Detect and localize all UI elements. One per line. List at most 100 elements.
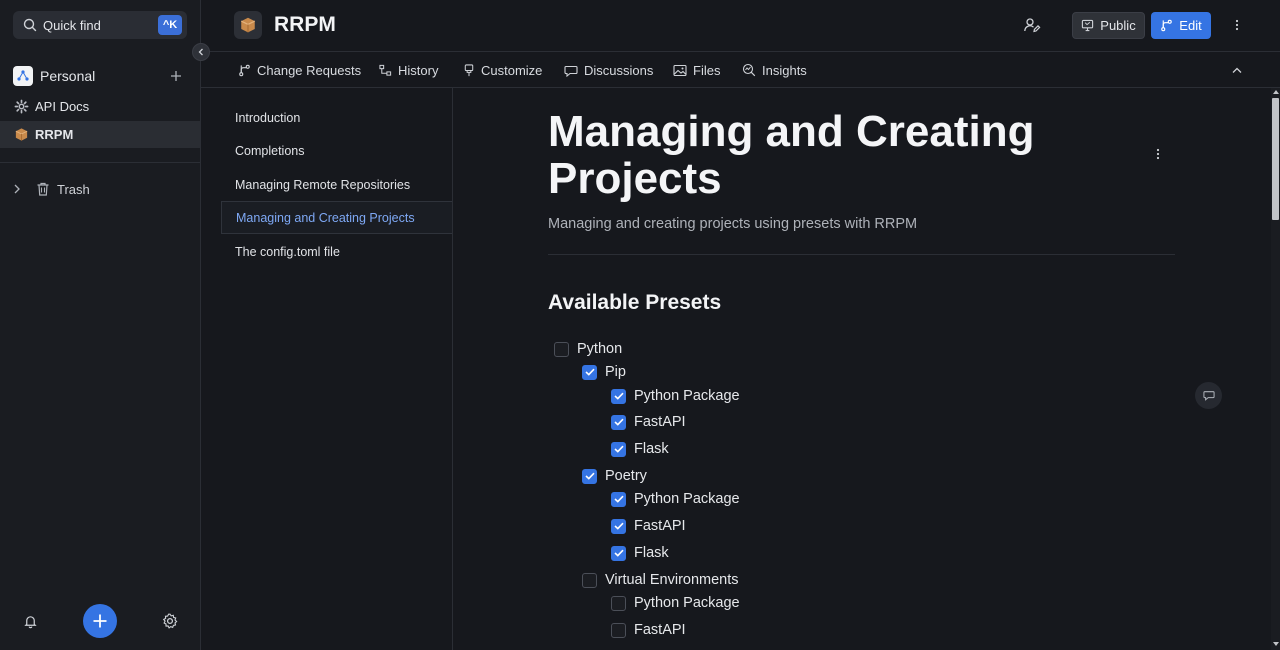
tab-insights[interactable]: Insights <box>742 61 807 79</box>
checklist-item: Python Package <box>611 386 740 406</box>
edit-button[interactable]: Edit <box>1151 12 1211 39</box>
checklist-item-label: Python Package <box>634 491 740 507</box>
scroll-thumb[interactable] <box>1272 98 1279 220</box>
space-header[interactable]: Personal <box>13 66 188 86</box>
section-heading: Available Presets <box>548 291 722 314</box>
search-icon <box>23 18 37 32</box>
checkbox-unchecked[interactable] <box>611 595 626 611</box>
checkmark-icon <box>613 392 624 400</box>
tab-change-requests[interactable]: Change Requests <box>238 61 361 79</box>
branch-icon <box>239 64 250 76</box>
sidebar-divider <box>0 162 200 163</box>
scroll-up-arrow-icon[interactable] <box>1272 88 1279 96</box>
checklist-item-label: Python <box>577 341 623 357</box>
checkbox-checked[interactable] <box>611 518 626 534</box>
package-box-icon <box>234 11 262 39</box>
checklist-item: Python Package <box>611 489 740 509</box>
space-tabs: Change Requests History Customize Discus… <box>201 53 1280 88</box>
package-box-icon <box>13 127 29 143</box>
sidebar: Quick find ^K Personal API Docs RRPM Tra… <box>0 0 201 650</box>
collapse-sidebar-button[interactable] <box>192 43 210 61</box>
checkbox-unchecked[interactable] <box>611 622 626 638</box>
branch-icon <box>1161 19 1173 32</box>
sidebar-item-trash[interactable]: Trash <box>13 179 90 199</box>
sidebar-item-rrpm[interactable]: RRPM <box>0 121 200 148</box>
page-description: Managing and creating projects using pre… <box>548 216 918 232</box>
checkbox-checked[interactable] <box>611 441 626 457</box>
tab-customize[interactable]: Customize <box>463 61 542 79</box>
plus-icon <box>93 614 107 628</box>
top-header: RRPM Public Edit <box>201 0 1280 52</box>
sidebar-item-api-docs[interactable]: API Docs <box>0 93 200 120</box>
page-divider <box>548 254 1175 255</box>
checkmark-icon <box>613 495 624 503</box>
plus-icon <box>171 71 181 81</box>
user-edit-icon <box>1024 18 1041 33</box>
scroll-down-arrow-icon[interactable] <box>1272 640 1279 648</box>
tab-label: Change Requests <box>257 62 362 78</box>
create-new-button[interactable] <box>83 604 117 638</box>
checklist-item: Virtual Environments <box>582 570 739 590</box>
checklist-item-label: Flask <box>634 545 669 561</box>
gear-icon <box>162 613 178 629</box>
add-space-item-button[interactable] <box>168 66 184 86</box>
checklist-item: Flask <box>611 439 669 459</box>
checklist-item: Poetry <box>582 466 647 486</box>
quick-find-button[interactable]: Quick find ^K <box>13 11 187 39</box>
tab-label: Discussions <box>584 62 654 78</box>
tab-label: Insights <box>762 62 807 78</box>
checkbox-checked[interactable] <box>611 545 626 561</box>
public-button[interactable]: Public <box>1072 12 1145 39</box>
tab-discussions[interactable]: Discussions <box>564 61 653 79</box>
brush-icon <box>464 63 474 76</box>
tab-label: Customize <box>481 62 543 78</box>
chevron-left-icon <box>198 48 203 56</box>
collapse-tabs-button[interactable] <box>1229 62 1245 78</box>
checkbox-unchecked[interactable] <box>582 572 597 588</box>
checklist-item-label: FastAPI <box>634 518 686 534</box>
globe-monitor-icon <box>1082 19 1094 32</box>
checkbox-checked[interactable] <box>611 388 626 404</box>
checklist-item: Flask <box>611 543 669 563</box>
checkbox-checked[interactable] <box>611 491 626 507</box>
checkbox-checked[interactable] <box>582 364 597 380</box>
edit-label: Edit <box>1179 18 1202 33</box>
checkmark-icon <box>613 522 624 530</box>
page-options-button[interactable] <box>1149 144 1167 164</box>
quick-find-label: Quick find <box>43 17 101 33</box>
outline-item-managing-remote-repositories[interactable]: Managing Remote Repositories <box>221 168 452 201</box>
tab-files[interactable]: Files <box>673 61 720 79</box>
comment-icon <box>1202 391 1215 401</box>
page-scrollbar[interactable] <box>1271 88 1280 650</box>
checklist-item-label: Poetry <box>605 468 647 484</box>
outline-item-completions[interactable]: Completions <box>221 134 452 167</box>
checkbox-unchecked[interactable] <box>554 341 569 357</box>
history-nodes-icon <box>379 64 392 76</box>
space-logo-icon <box>13 66 33 86</box>
space-title: RRPM <box>274 13 336 36</box>
more-options-button[interactable] <box>1229 14 1245 36</box>
tab-history[interactable]: History <box>379 61 438 79</box>
checklist-item-label: FastAPI <box>634 622 686 638</box>
visitor-mode-button[interactable] <box>1021 14 1043 36</box>
outline-item-introduction[interactable]: Introduction <box>221 101 452 134</box>
notifications-button[interactable] <box>16 607 44 635</box>
space-name: Personal <box>40 68 96 84</box>
more-vertical-icon <box>1235 19 1239 31</box>
outline-item-managing-and-creating-projects[interactable]: Managing and Creating Projects <box>221 201 452 234</box>
trash-label: Trash <box>57 181 90 197</box>
settings-button[interactable] <box>156 607 184 635</box>
checklist-item-label: Pip <box>605 364 626 380</box>
more-vertical-icon <box>1156 148 1160 160</box>
outline-item-config-toml[interactable]: The config.toml file <box>221 235 452 268</box>
checklist-item-label: Python Package <box>634 388 740 404</box>
page-content: Managing and Creating Projects Managing … <box>453 88 1271 650</box>
checklist-item-label: FastAPI <box>634 414 686 430</box>
add-comment-button[interactable] <box>1195 382 1222 409</box>
checkbox-checked[interactable] <box>582 468 597 484</box>
checkbox-checked[interactable] <box>611 414 626 430</box>
image-icon <box>673 64 687 76</box>
checkmark-icon <box>584 368 595 376</box>
page-title: Managing and Creating Projects <box>548 107 1035 203</box>
checklist-item-label: Python Package <box>634 595 740 611</box>
